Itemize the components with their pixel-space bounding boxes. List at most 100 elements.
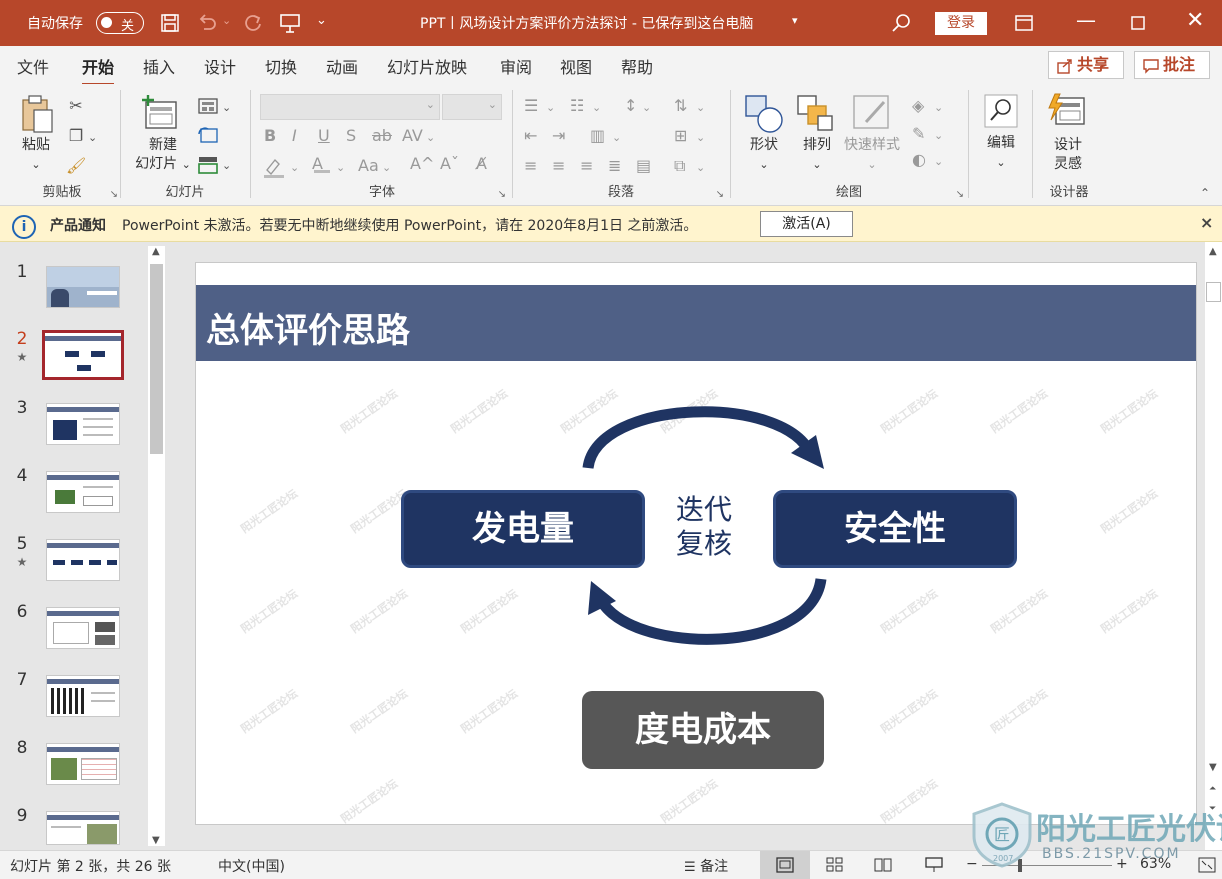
login-button[interactable]: 登录 [935, 12, 987, 35]
scroll-up-icon[interactable]: ▲ [1209, 246, 1217, 257]
text-direction-icon[interactable]: ⇅ [674, 96, 687, 116]
arrange-icon[interactable] [796, 94, 836, 134]
present-from-start-icon[interactable] [279, 12, 301, 34]
close-icon[interactable]: ✕ [1186, 8, 1204, 33]
shape-effects-icon[interactable]: ◐ [912, 150, 926, 170]
font-color-dropdown-icon[interactable]: ⌄ [336, 158, 345, 178]
redo-icon[interactable] [242, 12, 264, 34]
bold-icon[interactable]: B [264, 126, 276, 146]
layout-icon[interactable] [198, 98, 220, 116]
design-ideas-button[interactable]: 设计 灵感 [1040, 136, 1096, 174]
slide-thumbnail-8[interactable] [46, 743, 120, 785]
tab-design[interactable]: 设计 [204, 54, 236, 78]
quick-styles-button[interactable]: 快速样式 ⌄ [840, 136, 904, 174]
slideshow-icon[interactable] [925, 856, 943, 874]
section-icon[interactable] [198, 156, 220, 174]
columns-icon[interactable]: ▥ [590, 126, 605, 146]
comments-button[interactable]: 批注 [1134, 51, 1210, 79]
document-title[interactable]: PPT丨风场设计方案评价方法探讨 - 已保存到这台电脑 [420, 13, 753, 33]
scroll-thumb[interactable] [1206, 282, 1221, 302]
columns-dropdown-icon[interactable]: ⌄ [612, 128, 621, 148]
thumbnail-scrollbar[interactable]: ▲ ▼ [148, 246, 165, 846]
slide-counter[interactable]: 幻灯片 第 2 张，共 26 张 [10, 856, 171, 876]
char-spacing-icon[interactable]: AV [402, 126, 423, 146]
tab-help[interactable]: 帮助 [621, 54, 653, 78]
save-icon[interactable] [160, 13, 180, 33]
paste-button[interactable]: 粘贴 ⌄ [16, 136, 56, 174]
slide-thumbnail-2[interactable] [42, 330, 124, 380]
distributed-icon[interactable]: ▤ [636, 156, 651, 176]
normal-view-button[interactable] [760, 851, 810, 879]
editing-button[interactable]: 编辑 ⌄ [976, 134, 1026, 172]
ribbon-display-options-icon[interactable] [1014, 14, 1034, 32]
tab-insert[interactable]: 插入 [143, 54, 175, 78]
font-family-select[interactable]: ⌄ [260, 94, 440, 120]
editor-scrollbar[interactable]: ▲ ▼ ⏶ ⏷ [1205, 242, 1222, 850]
safety-box[interactable]: 安全性 [773, 490, 1017, 568]
clipboard-launcher-icon[interactable]: ↘ [110, 189, 118, 200]
shapes-icon[interactable] [744, 94, 784, 134]
change-case-icon[interactable]: Aa [358, 156, 379, 176]
strikethrough-icon[interactable]: ab [372, 126, 392, 146]
slide-thumbnail-7[interactable] [46, 675, 120, 717]
change-case-dropdown-icon[interactable]: ⌄ [382, 158, 391, 178]
undo-dropdown-icon[interactable]: ⌄ [222, 14, 231, 27]
notice-close-icon[interactable]: × [1200, 213, 1213, 232]
slide-thumbnail-3[interactable] [46, 403, 120, 445]
justify-icon[interactable]: ≣ [608, 156, 621, 176]
font-size-select[interactable]: ⌄ [442, 94, 502, 120]
align-text-dropdown-icon[interactable]: ⌄ [696, 128, 705, 148]
smartart-dropdown-icon[interactable]: ⌄ [696, 158, 705, 178]
reset-icon[interactable] [198, 126, 220, 144]
char-spacing-dropdown-icon[interactable]: ⌄ [426, 128, 435, 148]
power-generation-box[interactable]: 发电量 [401, 490, 645, 568]
slide-thumbnail-9[interactable] [46, 811, 120, 845]
cut-icon[interactable]: ✂ [66, 96, 86, 116]
font-launcher-icon[interactable]: ↘ [498, 189, 506, 200]
numbering-dropdown-icon[interactable]: ⌄ [592, 98, 601, 118]
find-icon[interactable] [984, 94, 1018, 128]
quick-styles-icon[interactable] [852, 94, 894, 134]
slide-thumbnail-6[interactable] [46, 607, 120, 649]
scroll-thumb[interactable] [150, 264, 163, 454]
clear-format-icon[interactable]: A̸ [476, 154, 487, 174]
tab-home[interactable]: 开始 [82, 54, 115, 86]
scroll-down-icon[interactable]: ▼ [152, 835, 160, 846]
highlight-icon[interactable] [262, 156, 286, 178]
underline-icon[interactable]: U [318, 126, 330, 146]
reading-view-icon[interactable] [874, 857, 892, 873]
new-slide-button[interactable]: 新建 幻灯片 ⌄ [128, 136, 198, 174]
previous-slide-icon[interactable]: ⏶ [1209, 784, 1216, 794]
align-center-icon[interactable]: ≡ [552, 156, 565, 176]
line-spacing-icon[interactable]: ↕ [624, 96, 637, 116]
design-ideas-icon[interactable] [1046, 92, 1088, 130]
share-button[interactable]: 共享 [1048, 51, 1124, 79]
shape-outline-icon[interactable]: ✎ [912, 124, 925, 144]
format-painter-icon[interactable]: 🖌 [66, 156, 86, 176]
slide-thumbnail-4[interactable] [46, 471, 120, 513]
new-slide-icon[interactable] [140, 94, 180, 132]
shape-fill-dropdown-icon[interactable]: ⌄ [934, 98, 943, 118]
bullets-icon[interactable]: ☰ [524, 96, 538, 116]
scroll-up-icon[interactable]: ▲ [152, 246, 160, 257]
paragraph-launcher-icon[interactable]: ↘ [716, 189, 724, 200]
drawing-launcher-icon[interactable]: ↘ [956, 189, 964, 200]
title-dropdown-icon[interactable]: ▾ [792, 14, 798, 27]
tab-transitions[interactable]: 切换 [265, 54, 297, 78]
numbering-icon[interactable]: ☷ [570, 96, 584, 116]
increase-indent-icon[interactable]: ⇥ [552, 126, 565, 146]
tab-animations[interactable]: 动画 [326, 54, 358, 78]
shape-outline-dropdown-icon[interactable]: ⌄ [934, 126, 943, 146]
lcoe-box[interactable]: 度电成本 [582, 691, 824, 769]
tab-view[interactable]: 视图 [560, 54, 592, 78]
smartart-icon[interactable]: ⧉ [674, 156, 685, 176]
text-direction-dropdown-icon[interactable]: ⌄ [696, 98, 705, 118]
slide-thumbnail-1[interactable] [46, 266, 120, 308]
shadow-icon[interactable]: S [346, 126, 356, 146]
shape-fill-icon[interactable]: ◈ [912, 96, 924, 116]
align-right-icon[interactable]: ≡ [580, 156, 593, 176]
slide-canvas[interactable]: 阳光工匠论坛 阳光工匠论坛 阳光工匠论坛 阳光工匠论坛 阳光工匠论坛 阳光工匠论… [195, 262, 1197, 825]
scroll-down-icon[interactable]: ▼ [1209, 762, 1217, 773]
highlight-dropdown-icon[interactable]: ⌄ [290, 158, 299, 178]
tab-slideshow[interactable]: 幻灯片放映 [387, 54, 467, 78]
